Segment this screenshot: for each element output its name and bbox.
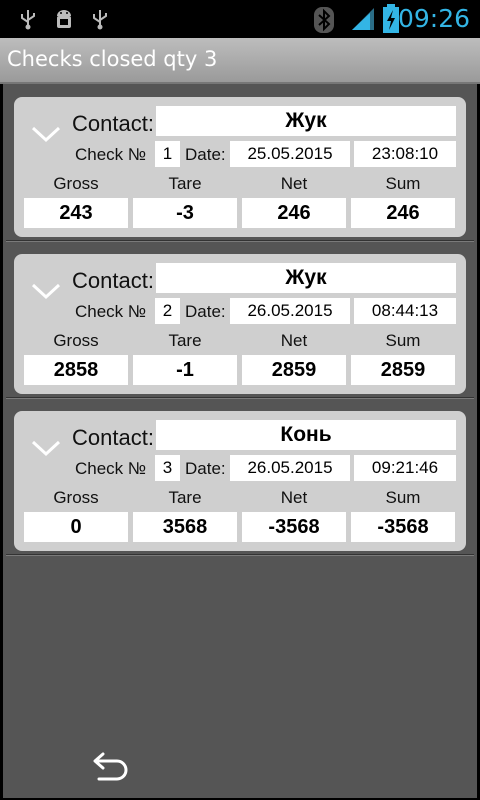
check-number-value: 2 bbox=[155, 298, 180, 324]
sum-label: Sum bbox=[385, 174, 421, 193]
list-item[interactable]: Contact: Конь Check № 3 Date: 26.05.2015… bbox=[6, 398, 474, 556]
tare-value: 3568 bbox=[133, 512, 237, 542]
chevron-down-icon[interactable] bbox=[30, 123, 62, 145]
sum-value: -3568 bbox=[351, 512, 455, 542]
contact-label: Contact: bbox=[72, 425, 154, 450]
check-card: Contact: Конь Check № 3 Date: 26.05.2015… bbox=[14, 411, 466, 551]
gross-label: Gross bbox=[53, 488, 99, 507]
check-number-label: Check № bbox=[75, 302, 147, 321]
content-area: Contact: Жук Check № 1 Date: 25.05.2015 … bbox=[3, 84, 477, 798]
date-value: 26.05.2015 bbox=[230, 455, 350, 481]
check-card: Contact: Жук Check № 1 Date: 25.05.2015 … bbox=[14, 97, 466, 237]
time-value: 09:21:46 bbox=[354, 455, 456, 481]
net-label: Net bbox=[280, 174, 308, 193]
net-value: -3568 bbox=[242, 512, 346, 542]
contact-value: Жук bbox=[156, 106, 456, 136]
android-debug-icon bbox=[57, 10, 71, 28]
contact-value: Жук bbox=[156, 263, 456, 293]
net-value: 2859 bbox=[242, 355, 346, 385]
usb-icon bbox=[21, 10, 35, 30]
net-label: Net bbox=[280, 488, 308, 507]
date-value: 26.05.2015 bbox=[230, 298, 350, 324]
sum-value: 246 bbox=[351, 198, 455, 228]
contact-label: Contact: bbox=[72, 268, 154, 293]
date-label: Date: bbox=[185, 302, 226, 321]
date-label: Date: bbox=[185, 459, 226, 478]
gross-value: 243 bbox=[24, 198, 128, 228]
net-value: 246 bbox=[242, 198, 346, 228]
sum-label: Sum bbox=[385, 331, 421, 350]
back-icon[interactable] bbox=[91, 750, 131, 782]
check-number-label: Check № bbox=[75, 459, 147, 478]
contact-label: Contact: bbox=[72, 111, 154, 136]
net-label: Net bbox=[280, 331, 308, 350]
gross-label: Gross bbox=[53, 174, 99, 193]
contact-value: Конь bbox=[156, 420, 456, 450]
bluetooth-icon bbox=[314, 7, 334, 33]
signal-icon bbox=[352, 8, 374, 30]
tare-label: Tare bbox=[168, 331, 202, 350]
gross-label: Gross bbox=[53, 331, 99, 350]
list-item[interactable]: Contact: Жук Check № 1 Date: 25.05.2015 … bbox=[6, 84, 474, 242]
chevron-down-icon[interactable] bbox=[30, 437, 62, 459]
action-bar: Checks closed qty 3 bbox=[0, 38, 480, 84]
checks-list: Contact: Жук Check № 1 Date: 25.05.2015 … bbox=[6, 84, 474, 556]
list-item[interactable]: Contact: Жук Check № 2 Date: 26.05.2015 … bbox=[6, 241, 474, 399]
check-number-value: 1 bbox=[155, 141, 180, 167]
status-bar: 09:26 bbox=[0, 0, 480, 38]
check-number-value: 3 bbox=[155, 455, 180, 481]
sum-label: Sum bbox=[385, 488, 421, 507]
clock: 09:26 bbox=[397, 4, 470, 33]
date-label: Date: bbox=[185, 145, 226, 164]
page-title: Checks closed qty 3 bbox=[7, 47, 218, 71]
date-value: 25.05.2015 bbox=[230, 141, 350, 167]
gross-value: 0 bbox=[24, 512, 128, 542]
tare-value: -1 bbox=[133, 355, 237, 385]
chevron-down-icon[interactable] bbox=[30, 280, 62, 302]
time-value: 08:44:13 bbox=[354, 298, 456, 324]
time-value: 23:08:10 bbox=[354, 141, 456, 167]
usb-icon bbox=[93, 10, 107, 30]
gross-value: 2858 bbox=[24, 355, 128, 385]
tare-value: -3 bbox=[133, 198, 237, 228]
check-card: Contact: Жук Check № 2 Date: 26.05.2015 … bbox=[14, 254, 466, 394]
tare-label: Tare bbox=[168, 174, 202, 193]
sum-value: 2859 bbox=[351, 355, 455, 385]
tare-label: Tare bbox=[168, 488, 202, 507]
check-number-label: Check № bbox=[75, 145, 147, 164]
